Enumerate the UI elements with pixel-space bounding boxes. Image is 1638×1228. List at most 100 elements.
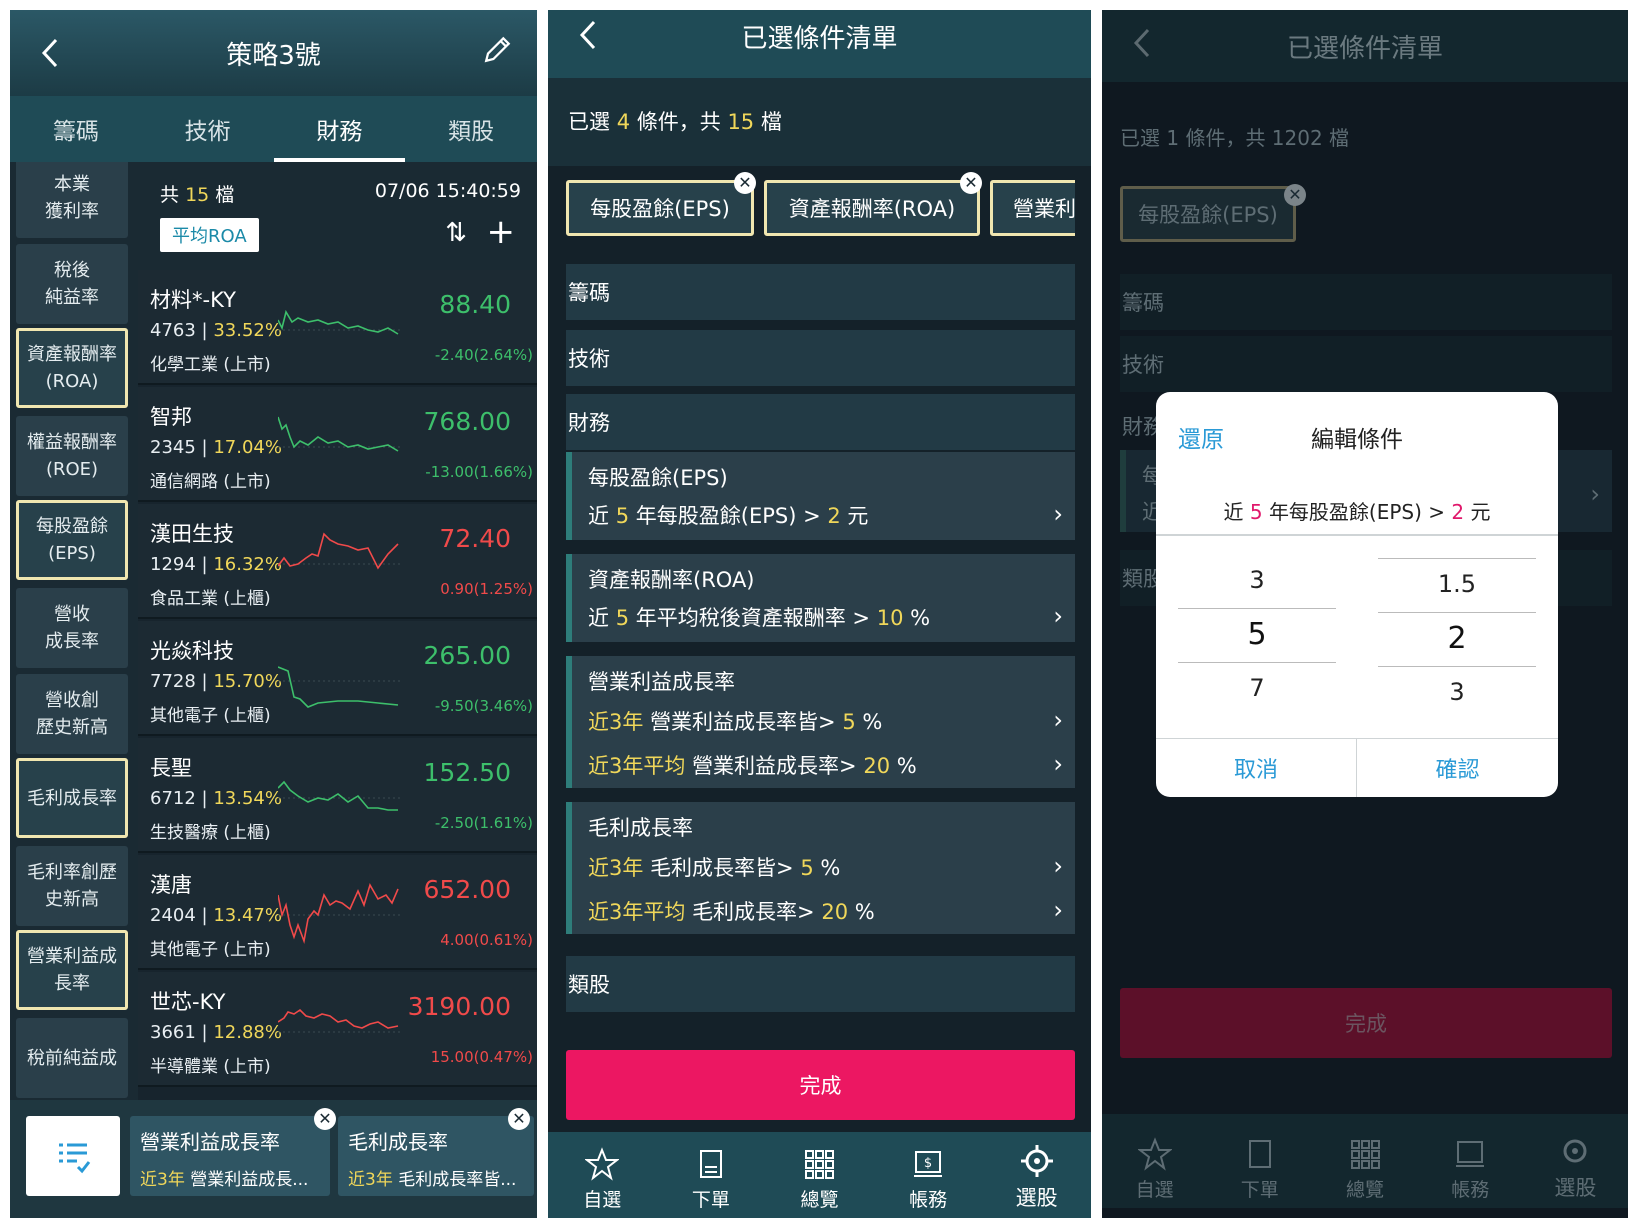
stock-row[interactable]: 漢唐 2404 | 13.47% 其他電子 (上市) 652.00 4.00(0.61%… bbox=[138, 855, 537, 970]
nav-order[interactable]: 下單 bbox=[1207, 1114, 1312, 1208]
condition-line[interactable]: 近3年平均 營業利益成長率> 20 % bbox=[588, 750, 917, 780]
sparkline-chart bbox=[278, 780, 402, 811]
stock-price: 3190.00 bbox=[407, 992, 511, 1021]
card-title: 每股盈餘(EPS) bbox=[588, 466, 728, 490]
stock-row[interactable]: 漢田生技 1294 | 16.32% 食品工業 (上櫃) 72.40 0.90(1.25… bbox=[138, 504, 537, 619]
picker-selected[interactable]: 5 bbox=[1178, 617, 1336, 652]
selected-chip[interactable]: 營業利 bbox=[990, 180, 1075, 236]
sidebar-item[interactable]: 營收 成長率 bbox=[16, 588, 128, 668]
bottom-nav: 自選 下單 總覽 $ 帳務 選股 bbox=[548, 1132, 1091, 1218]
sidebar-item[interactable]: 稅後 純益率 bbox=[16, 244, 128, 324]
nav-overview[interactable]: 總覽 bbox=[1312, 1114, 1417, 1208]
stock-row[interactable]: 長聖 6712 | 13.54% 生技醫療 (上櫃) 152.50 -2.50(1.61… bbox=[138, 738, 537, 853]
sort-field-badge[interactable]: 平均ROA bbox=[160, 218, 259, 252]
target-icon bbox=[1563, 1139, 1587, 1163]
chevron-right-icon[interactable]: › bbox=[1053, 602, 1063, 630]
stock-change: -2.40(2.64%) bbox=[434, 346, 533, 364]
order-icon bbox=[699, 1150, 722, 1178]
condition-line[interactable]: 近3年 毛利成長率皆> 5 % bbox=[588, 852, 840, 882]
picker-selected[interactable]: 2 bbox=[1378, 621, 1536, 656]
sidebar-item[interactable]: 權益報酬率 (ROE) bbox=[16, 416, 128, 496]
back-button[interactable] bbox=[1126, 24, 1166, 64]
done-button[interactable]: 完成 bbox=[566, 1050, 1075, 1120]
nav-order[interactable]: 下單 bbox=[657, 1132, 766, 1218]
section-technical[interactable]: 技術 bbox=[1120, 336, 1612, 392]
back-button[interactable] bbox=[572, 16, 612, 56]
cancel-button[interactable]: 取消 bbox=[1156, 738, 1356, 797]
nav-watchlist[interactable]: 自選 bbox=[1102, 1114, 1207, 1208]
years-picker[interactable]: 3 5 7 bbox=[1178, 554, 1336, 740]
stock-code: 4763 | 33.52% bbox=[150, 320, 282, 341]
section-technical[interactable]: 技術 bbox=[566, 330, 1075, 386]
picker-option[interactable]: 7 bbox=[1178, 674, 1336, 702]
chip-scroller[interactable]: 每股盈餘(EPS) 資產報酬率(ROA) 營業利 bbox=[566, 174, 1075, 240]
selected-chip[interactable]: 每股盈餘(EPS) bbox=[1120, 186, 1296, 242]
value-picker[interactable]: 1.5 2 3 bbox=[1378, 554, 1536, 740]
sidebar-item[interactable]: 資產報酬率 (ROA) bbox=[16, 328, 128, 408]
condition-line[interactable]: 近3年平均 毛利成長率> 20 % bbox=[588, 896, 875, 926]
sidebar-item[interactable]: 營收創 歷史新高 bbox=[16, 674, 128, 754]
remove-chip-icon[interactable]: ✕ bbox=[508, 1108, 530, 1130]
sidebar-item[interactable]: 營業利益成 長率 bbox=[16, 930, 128, 1010]
chevron-right-icon[interactable]: › bbox=[1053, 852, 1063, 880]
section-sector[interactable]: 類股 bbox=[566, 956, 1075, 1012]
condition-chip[interactable]: 營業利益成長率 近3年 營業利益成長... ✕ bbox=[130, 1108, 336, 1196]
remove-chip-icon[interactable]: ✕ bbox=[1284, 184, 1306, 206]
edit-pencil-icon[interactable] bbox=[479, 32, 519, 72]
condition-chip[interactable]: 毛利成長率 近3年 毛利成長率皆... ✕ bbox=[338, 1108, 534, 1196]
nav-account[interactable]: 帳務 bbox=[1418, 1114, 1523, 1208]
chevron-right-icon[interactable]: › bbox=[1053, 750, 1063, 778]
chevron-right-icon[interactable]: › bbox=[1053, 706, 1063, 734]
confirm-button[interactable]: 確認 bbox=[1357, 738, 1558, 797]
remove-chip-icon[interactable]: ✕ bbox=[734, 172, 756, 194]
chip-title: 毛利成長率 bbox=[348, 1130, 448, 1154]
tab-chips[interactable]: 籌碼 bbox=[10, 96, 142, 162]
selected-chip[interactable]: 資產報酬率(ROA) bbox=[764, 180, 980, 236]
nav-account[interactable]: $ 帳務 bbox=[874, 1132, 983, 1218]
stock-row[interactable]: 材料*-KY 4763 | 33.52% 化學工業 (上市) 88.40 -2.40(2… bbox=[138, 270, 537, 385]
nav-watchlist[interactable]: 自選 bbox=[548, 1132, 657, 1218]
nav-screener[interactable]: 選股 bbox=[982, 1132, 1091, 1218]
condition-list-icon[interactable] bbox=[26, 1116, 120, 1196]
chevron-right-icon[interactable]: › bbox=[1053, 500, 1063, 528]
chevron-right-icon[interactable]: › bbox=[1590, 480, 1600, 508]
back-button[interactable] bbox=[34, 34, 74, 74]
picker-option[interactable]: 1.5 bbox=[1378, 570, 1536, 598]
stock-row[interactable]: 世芯-KY 3661 | 12.88% 半導體業 (上市) 3190.00 15.00(… bbox=[138, 972, 537, 1087]
chevron-right-icon[interactable]: › bbox=[1053, 896, 1063, 924]
sidebar-item[interactable]: 本業 獲利率 bbox=[16, 162, 128, 238]
add-icon[interactable]: + bbox=[487, 212, 516, 252]
tab-financial[interactable]: 財務 bbox=[273, 96, 406, 162]
remove-chip-icon[interactable]: ✕ bbox=[960, 172, 982, 194]
tab-technical[interactable]: 技術 bbox=[142, 96, 274, 162]
stock-industry: 半導體業 (上市) bbox=[150, 1057, 271, 1077]
sidebar-item[interactable]: 毛利成長率 bbox=[16, 758, 128, 838]
remove-chip-icon[interactable]: ✕ bbox=[314, 1108, 336, 1130]
sidebar-item[interactable]: 每股盈餘 (EPS) bbox=[16, 500, 128, 580]
picker-option[interactable]: 3 bbox=[1378, 678, 1536, 706]
stock-change: 15.00(0.47%) bbox=[430, 1048, 533, 1066]
condition-card[interactable]: 營業利益成長率 近3年 營業利益成長率皆> 5 % › 近3年平均 營業利益成長… bbox=[566, 656, 1075, 788]
section-chips[interactable]: 籌碼 bbox=[566, 264, 1075, 320]
stock-row[interactable]: 光焱科技 7728 | 15.70% 其他電子 (上櫃) 265.00 -9.50(3.… bbox=[138, 621, 537, 736]
nav-overview[interactable]: 總覽 bbox=[765, 1132, 874, 1218]
sidebar-item[interactable]: 稅前純益成 bbox=[16, 1018, 128, 1098]
selected-chip[interactable]: 每股盈餘(EPS) bbox=[566, 180, 754, 236]
sidebar-item[interactable]: 毛利率創歷 史新高 bbox=[16, 846, 128, 926]
stock-row[interactable]: 智邦 2345 | 17.04% 通信網路 (上市) 768.00 -13.00(1.6… bbox=[138, 387, 537, 502]
selection-summary: 已選 4 條件，共 15 檔 bbox=[568, 110, 782, 134]
condition-card[interactable]: 資產報酬率(ROA) 近 5 年平均稅後資產報酬率 > 10 % › bbox=[566, 554, 1075, 642]
condition-card[interactable]: 每股盈餘(EPS) 近 5 年每股盈餘(EPS) > 2 元 › bbox=[566, 452, 1075, 540]
section-chips[interactable]: 籌碼 bbox=[1120, 274, 1612, 330]
stock-code: 1294 | 16.32% bbox=[150, 554, 282, 575]
tab-sector[interactable]: 類股 bbox=[405, 96, 537, 162]
picker-option[interactable]: 3 bbox=[1178, 566, 1336, 594]
sparkline-chart bbox=[278, 309, 402, 335]
sort-toggle-icon[interactable]: ⇅ bbox=[445, 218, 467, 248]
dialog-title: 編輯條件 bbox=[1311, 427, 1403, 453]
condition-card[interactable]: 毛利成長率 近3年 毛利成長率皆> 5 % › 近3年平均 毛利成長率> 20 … bbox=[566, 802, 1075, 934]
done-button[interactable]: 完成 bbox=[1120, 988, 1612, 1058]
condition-line[interactable]: 近3年 營業利益成長率皆> 5 % bbox=[588, 706, 882, 736]
nav-screener[interactable]: 選股 bbox=[1523, 1114, 1628, 1208]
bottom-nav: 自選 下單 總覽 帳務 選股 bbox=[1102, 1114, 1628, 1208]
